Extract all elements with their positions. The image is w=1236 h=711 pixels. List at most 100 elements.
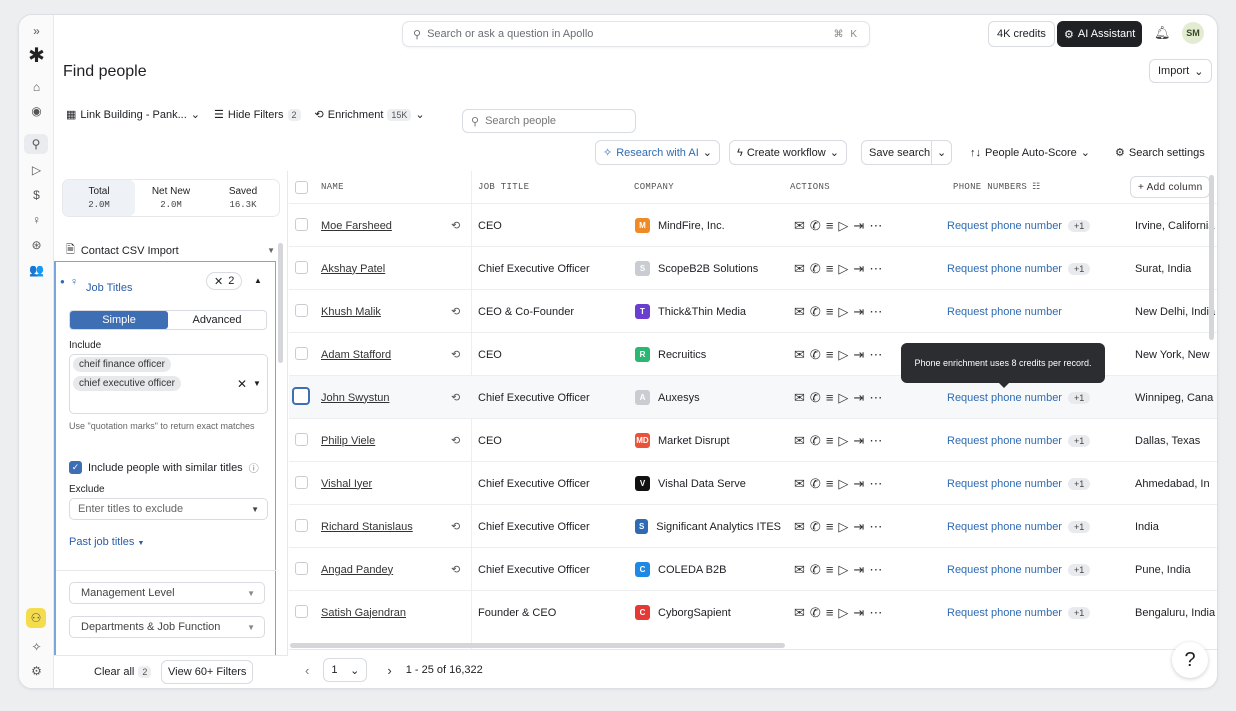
- header-name[interactable]: NAME: [321, 171, 344, 203]
- tab-net-new[interactable]: Net New 2.0M: [135, 180, 207, 216]
- add-to-list-icon[interactable]: ≡: [826, 218, 839, 233]
- bulb-icon[interactable]: ♀: [19, 210, 54, 230]
- export-icon[interactable]: ⇥: [853, 304, 869, 320]
- request-phone-link[interactable]: Request phone number: [947, 220, 1062, 232]
- export-icon[interactable]: ⇥: [853, 605, 869, 621]
- enrichment-button[interactable]: ⟲ Enrichment 15K ⌄: [315, 108, 425, 121]
- apollo-logo-icon[interactable]: ✱: [19, 45, 54, 67]
- request-phone-link[interactable]: Request phone number: [947, 263, 1062, 275]
- add-to-list-icon[interactable]: ≡: [826, 390, 839, 405]
- phone-icon[interactable]: ✆: [810, 261, 826, 277]
- dollar-icon[interactable]: $: [19, 185, 54, 205]
- more-icon[interactable]: ⋯: [869, 261, 887, 277]
- export-icon[interactable]: ⇥: [853, 562, 869, 578]
- clear-all-button[interactable]: Clear all 2: [94, 666, 152, 678]
- save-search-dropdown[interactable]: ⌄: [931, 140, 953, 165]
- company-name[interactable]: Vishal Data Serve: [658, 478, 746, 490]
- enrichment-icon[interactable]: ⟲: [451, 204, 460, 247]
- export-icon[interactable]: ⇥: [853, 390, 869, 406]
- email-icon[interactable]: ✉: [794, 218, 810, 234]
- person-name-link[interactable]: Angad Pandey: [321, 564, 393, 576]
- more-icon[interactable]: ⋯: [869, 433, 887, 449]
- past-job-titles-link[interactable]: Past job titles ▼: [69, 536, 144, 548]
- request-phone-link[interactable]: Request phone number: [947, 435, 1062, 447]
- company-name[interactable]: Thick&Thin Media: [658, 306, 746, 318]
- caret-down-icon[interactable]: ▼: [253, 379, 261, 388]
- person-name-link[interactable]: Khush Malik: [321, 306, 381, 318]
- email-icon[interactable]: ✉: [794, 476, 810, 492]
- management-level-filter[interactable]: Management Level ▼: [69, 582, 265, 604]
- phone-icon[interactable]: ✆: [810, 347, 826, 363]
- company-name[interactable]: MindFire, Inc.: [658, 220, 725, 232]
- title-chip[interactable]: chief executive officer: [73, 376, 181, 391]
- phone-icon[interactable]: ✆: [810, 433, 826, 449]
- sequence-icon[interactable]: ▷: [838, 519, 853, 535]
- export-icon[interactable]: ⇥: [853, 433, 869, 449]
- company-name[interactable]: CyborgSapient: [658, 607, 731, 619]
- caret-up-icon[interactable]: ▲: [254, 276, 262, 285]
- request-phone-link[interactable]: Request phone number: [947, 306, 1062, 318]
- add-to-list-icon[interactable]: ≡: [826, 562, 839, 577]
- add-to-list-icon[interactable]: ≡: [826, 347, 839, 362]
- add-to-list-icon[interactable]: ≡: [826, 519, 839, 534]
- global-search-input[interactable]: ⚲ Search or ask a question in Apollo ⌘ K: [402, 21, 870, 47]
- expand-icon[interactable]: »: [19, 21, 54, 41]
- email-icon[interactable]: ✉: [794, 605, 810, 621]
- next-page-icon[interactable]: ›: [387, 663, 391, 678]
- more-icon[interactable]: ⋯: [869, 519, 887, 535]
- row-checkbox[interactable]: [295, 605, 308, 618]
- add-to-list-icon[interactable]: ≡: [826, 433, 839, 448]
- email-icon[interactable]: ✉: [794, 562, 810, 578]
- add-column-button[interactable]: + Add column: [1130, 176, 1211, 198]
- more-icon[interactable]: ⋯: [869, 304, 887, 320]
- sequence-icon[interactable]: ▷: [838, 605, 853, 621]
- add-to-list-icon[interactable]: ≡: [826, 304, 839, 319]
- sequence-icon[interactable]: ▷: [838, 261, 853, 277]
- add-to-list-icon[interactable]: ≡: [826, 261, 839, 276]
- prev-page-icon[interactable]: ‹: [305, 663, 309, 678]
- person-name-link[interactable]: Philip Viele: [321, 435, 375, 447]
- horizontal-scrollbar[interactable]: [290, 643, 785, 648]
- enrichment-icon[interactable]: ⟲: [451, 505, 460, 548]
- include-titles-input[interactable]: cheif finance officer chief executive of…: [69, 354, 268, 414]
- phone-icon[interactable]: ✆: [810, 605, 826, 621]
- help-button[interactable]: ?: [1172, 642, 1208, 678]
- request-phone-link[interactable]: Request phone number: [947, 521, 1062, 533]
- notification-icon[interactable]: 🔔︎: [1154, 25, 1171, 41]
- hide-filters-button[interactable]: ☰ Hide Filters 2: [214, 108, 301, 121]
- phone-settings-icon[interactable]: ☷: [1032, 182, 1040, 192]
- departments-filter[interactable]: Departments & Job Function ▼: [69, 616, 265, 638]
- sequence-icon[interactable]: ▷: [838, 390, 853, 406]
- phone-icon[interactable]: ✆: [810, 476, 826, 492]
- people-search-input[interactable]: ⚲ Search people: [462, 109, 636, 133]
- title-chip[interactable]: cheif finance officer: [73, 357, 171, 372]
- enrichment-icon[interactable]: ⟲: [451, 333, 460, 376]
- phone-icon[interactable]: ✆: [810, 218, 826, 234]
- row-checkbox[interactable]: [295, 519, 308, 532]
- tab-advanced[interactable]: Advanced: [168, 311, 266, 329]
- person-name-link[interactable]: John Swystun: [321, 392, 389, 404]
- select-all-checkbox[interactable]: [295, 180, 308, 194]
- sequence-icon[interactable]: ▷: [838, 476, 853, 492]
- more-icon[interactable]: ⋯: [869, 218, 887, 234]
- enrichment-icon[interactable]: ⟲: [451, 376, 460, 419]
- row-checkbox[interactable]: [295, 304, 308, 317]
- user-settings-icon[interactable]: ⚇: [26, 608, 46, 628]
- company-name[interactable]: Significant Analytics ITES: [656, 521, 781, 533]
- more-phones-badge[interactable]: +1: [1067, 477, 1091, 490]
- more-phones-badge[interactable]: +1: [1067, 219, 1091, 232]
- more-phones-badge[interactable]: +1: [1067, 563, 1091, 576]
- email-icon[interactable]: ✉: [794, 347, 810, 363]
- person-name-link[interactable]: Richard Stanislaus: [321, 521, 413, 533]
- people-icon[interactable]: 👥: [19, 260, 54, 280]
- vertical-scrollbar[interactable]: [1209, 175, 1214, 340]
- add-to-list-icon[interactable]: ≡: [826, 605, 839, 620]
- row-checkbox[interactable]: [295, 218, 308, 231]
- csv-import-filter[interactable]: 🗎 Contact CSV Import ▼: [66, 241, 275, 260]
- header-phone[interactable]: PHONE NUMBERS ☷: [953, 171, 1041, 203]
- person-name-link[interactable]: Moe Farsheed: [321, 220, 392, 232]
- header-company[interactable]: COMPANY: [634, 171, 674, 203]
- credits-button[interactable]: 4K credits: [988, 21, 1055, 47]
- checkbox-checked-icon[interactable]: ✓: [69, 461, 82, 474]
- row-checkbox[interactable]: [295, 433, 308, 446]
